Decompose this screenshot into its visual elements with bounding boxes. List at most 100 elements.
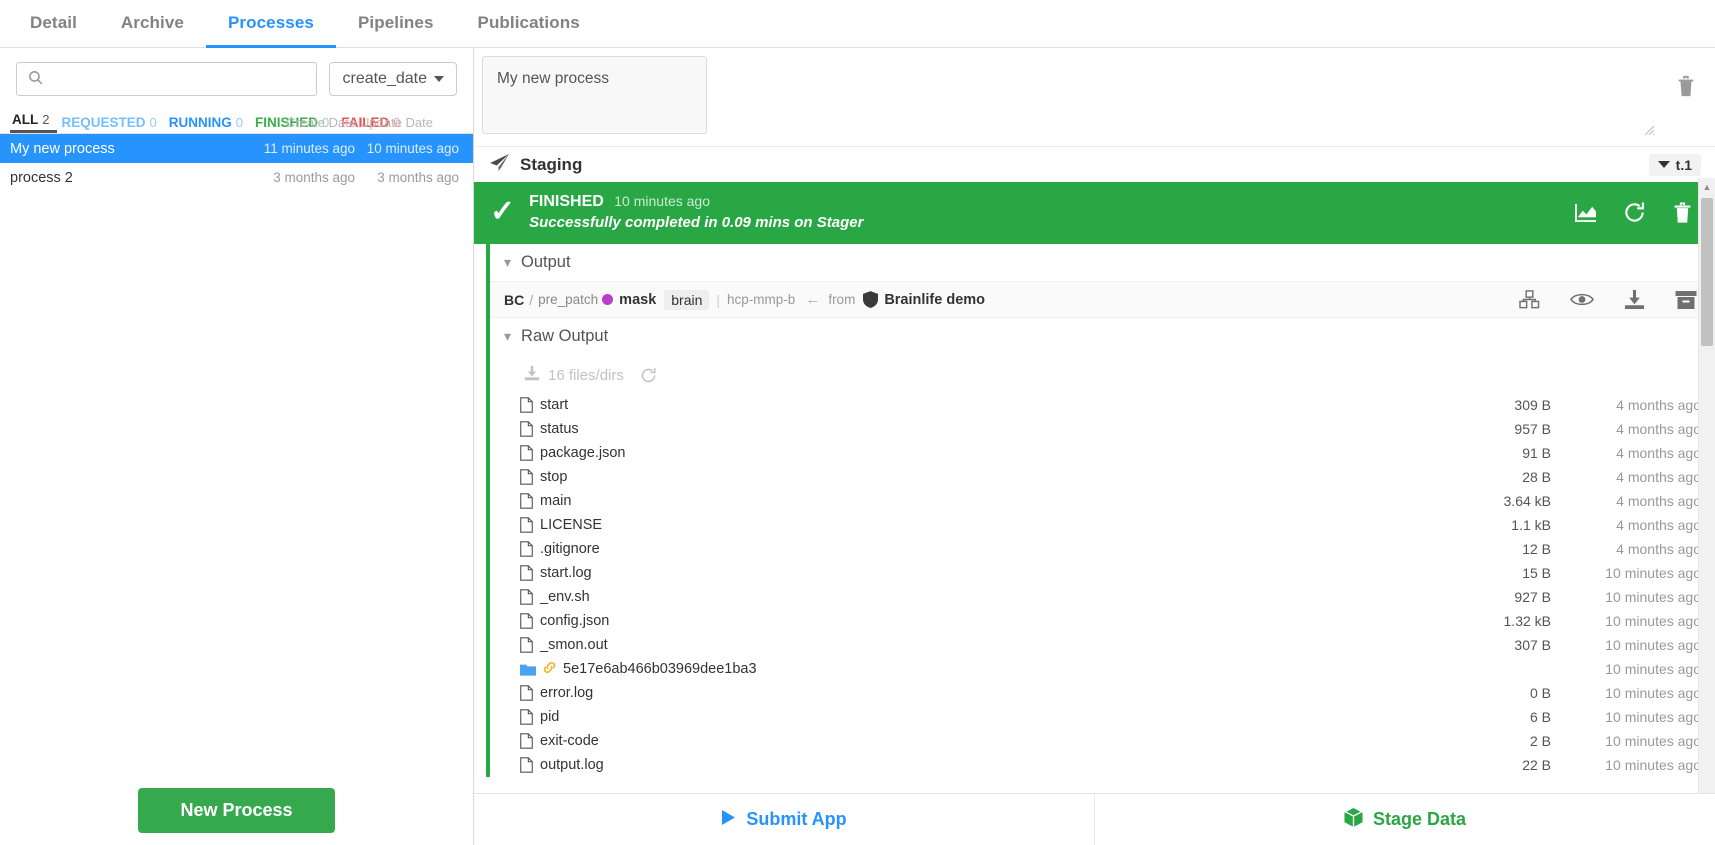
file-name-cell: _smon.out <box>520 637 1431 653</box>
file-name: .gitignore <box>540 541 600 557</box>
file-size: 3.64 kB <box>1503 493 1551 509</box>
process-name: My new process <box>10 140 115 157</box>
delete-process-button[interactable] <box>1657 56 1715 98</box>
file-name: output.log <box>540 757 604 773</box>
filter-running-count: 0 <box>235 115 243 130</box>
process-list-item[interactable]: process 2 3 months ago 3 months ago <box>0 163 473 192</box>
raw-output-section-header[interactable]: ▾ Raw Output <box>490 318 1715 355</box>
file-row[interactable]: package.json 91 B 4 months ago <box>490 441 1715 465</box>
file-size: 927 B <box>1514 589 1551 605</box>
chart-icon[interactable] <box>1574 202 1597 223</box>
download-all-files-button[interactable]: 16 files/dirs <box>524 365 624 385</box>
cubes-icon[interactable] <box>1519 289 1540 310</box>
dataset-subject: BC <box>504 291 525 308</box>
file-row[interactable]: _smon.out 307 B 10 minutes ago <box>490 633 1715 657</box>
process-update-date: 10 minutes ago <box>366 141 459 156</box>
shield-icon <box>863 291 879 308</box>
file-size: 91 B <box>1522 445 1551 461</box>
task-status-line1: FINISHED 10 minutes ago <box>529 193 1560 211</box>
file-row[interactable]: .gitignore 12 B 4 months ago <box>490 537 1715 561</box>
eye-icon[interactable] <box>1570 291 1594 308</box>
tab-archive[interactable]: Archive <box>99 1 206 48</box>
download-icon[interactable] <box>1624 289 1645 310</box>
file-row[interactable]: error.log 0 B 10 minutes ago <box>490 681 1715 705</box>
file-name: package.json <box>540 445 626 461</box>
file-size: 957 B <box>1514 421 1551 437</box>
tab-processes[interactable]: Processes <box>205 1 336 48</box>
file-name-cell: pid <box>520 709 1431 725</box>
file-row[interactable]: 5e17e6ab466b03969dee1ba3 10 minutes ago <box>490 657 1715 681</box>
search-box[interactable] <box>16 62 318 96</box>
scroll-up-arrow-icon[interactable]: ▲ <box>1699 178 1715 195</box>
process-detail-panel: Staging t.1 ✓ FINISHED 10 minutes ago Su <box>474 48 1715 845</box>
file-modified-date: 10 minutes ago <box>1605 589 1701 605</box>
dataset-row[interactable]: BC / pre_patch mask brain | hcp-mmp-b ← … <box>490 281 1715 318</box>
file-size: 12 B <box>1522 541 1551 557</box>
file-modified-date: 10 minutes ago <box>1605 757 1701 773</box>
archive-icon[interactable] <box>1675 290 1697 310</box>
output-section-header[interactable]: ▾ Output <box>490 244 1715 281</box>
link-icon <box>543 661 556 677</box>
file-name-cell: LICENSE <box>520 517 1431 533</box>
submit-app-button[interactable]: Submit App <box>474 794 1094 845</box>
tab-publications-label: Publications <box>477 13 580 32</box>
trash-icon[interactable] <box>1672 201 1693 224</box>
dataset-actions <box>1519 289 1701 310</box>
new-process-footer: New Process <box>0 788 473 833</box>
filter-running[interactable]: RUNNING 0 <box>165 115 251 133</box>
process-list-item-selected[interactable]: My new process 11 minutes ago 10 minutes… <box>0 134 473 163</box>
file-row[interactable]: _env.sh 927 B 10 minutes ago <box>490 585 1715 609</box>
folder-icon <box>520 663 536 676</box>
dataset-separator: / <box>529 291 534 308</box>
file-icon <box>520 397 533 413</box>
file-row[interactable]: start.log 15 B 10 minutes ago <box>490 561 1715 585</box>
file-row[interactable]: status 957 B 4 months ago <box>490 417 1715 441</box>
file-size: 2 B <box>1529 733 1551 749</box>
file-size: 28 B <box>1522 469 1551 485</box>
new-process-button[interactable]: New Process <box>138 788 335 833</box>
file-row[interactable]: start 309 B 4 months ago <box>490 393 1715 417</box>
process-create-date: 3 months ago <box>273 170 355 185</box>
paper-plane-icon <box>490 153 510 176</box>
file-modified-date: 4 months ago <box>1616 493 1701 509</box>
file-modified-date: 10 minutes ago <box>1605 661 1701 677</box>
detail-scrollbar[interactable]: ▲ <box>1698 178 1715 793</box>
file-row[interactable]: config.json 1.32 kB 10 minutes ago <box>490 609 1715 633</box>
chevron-down-icon: ▾ <box>504 328 512 344</box>
check-icon: ✓ <box>490 195 516 228</box>
file-name-cell: package.json <box>520 445 1431 461</box>
refresh-files-button[interactable] <box>640 367 657 384</box>
filter-all-label: ALL <box>12 112 39 127</box>
filter-all[interactable]: ALL 2 <box>10 112 58 133</box>
tab-publications[interactable]: Publications <box>456 1 602 48</box>
file-row[interactable]: pid 6 B 10 minutes ago <box>490 705 1715 729</box>
file-name-cell: config.json <box>520 613 1431 629</box>
stage-data-button[interactable]: Stage Data <box>1094 794 1715 845</box>
file-name: start.log <box>540 565 592 581</box>
output-section-label: Output <box>521 253 571 271</box>
description-box <box>482 56 1657 138</box>
file-row[interactable]: output.log 22 B 10 minutes ago <box>490 753 1715 777</box>
file-row[interactable]: stop 28 B 4 months ago <box>490 465 1715 489</box>
status-message: Successfully completed in 0.09 mins on S… <box>529 214 864 231</box>
file-modified-date: 4 months ago <box>1616 469 1701 485</box>
process-description-textarea[interactable] <box>482 56 707 134</box>
app-root: Detail Archive Processes Pipelines Publi… <box>0 0 1715 845</box>
search-input[interactable] <box>52 71 307 87</box>
refresh-icon[interactable] <box>1623 201 1646 224</box>
file-name-cell: start <box>520 397 1431 413</box>
file-name: stop <box>540 469 568 485</box>
tab-detail[interactable]: Detail <box>8 1 99 48</box>
tab-pipelines[interactable]: Pipelines <box>336 1 456 48</box>
sort-dropdown-button[interactable]: create_date <box>329 62 457 96</box>
refresh-icon <box>641 367 656 382</box>
filter-requested[interactable]: REQUESTED 0 <box>57 115 164 133</box>
scrollbar-thumb[interactable] <box>1701 198 1713 346</box>
file-row[interactable]: exit-code 2 B 10 minutes ago <box>490 729 1715 753</box>
status-badge: FINISHED <box>529 193 604 210</box>
file-icon <box>520 733 533 749</box>
file-row[interactable]: main 3.64 kB 4 months ago <box>490 489 1715 513</box>
task-count-badge[interactable]: t.1 <box>1648 153 1701 176</box>
file-row[interactable]: LICENSE 1.1 kB 4 months ago <box>490 513 1715 537</box>
file-modified-date: 4 months ago <box>1616 517 1701 533</box>
